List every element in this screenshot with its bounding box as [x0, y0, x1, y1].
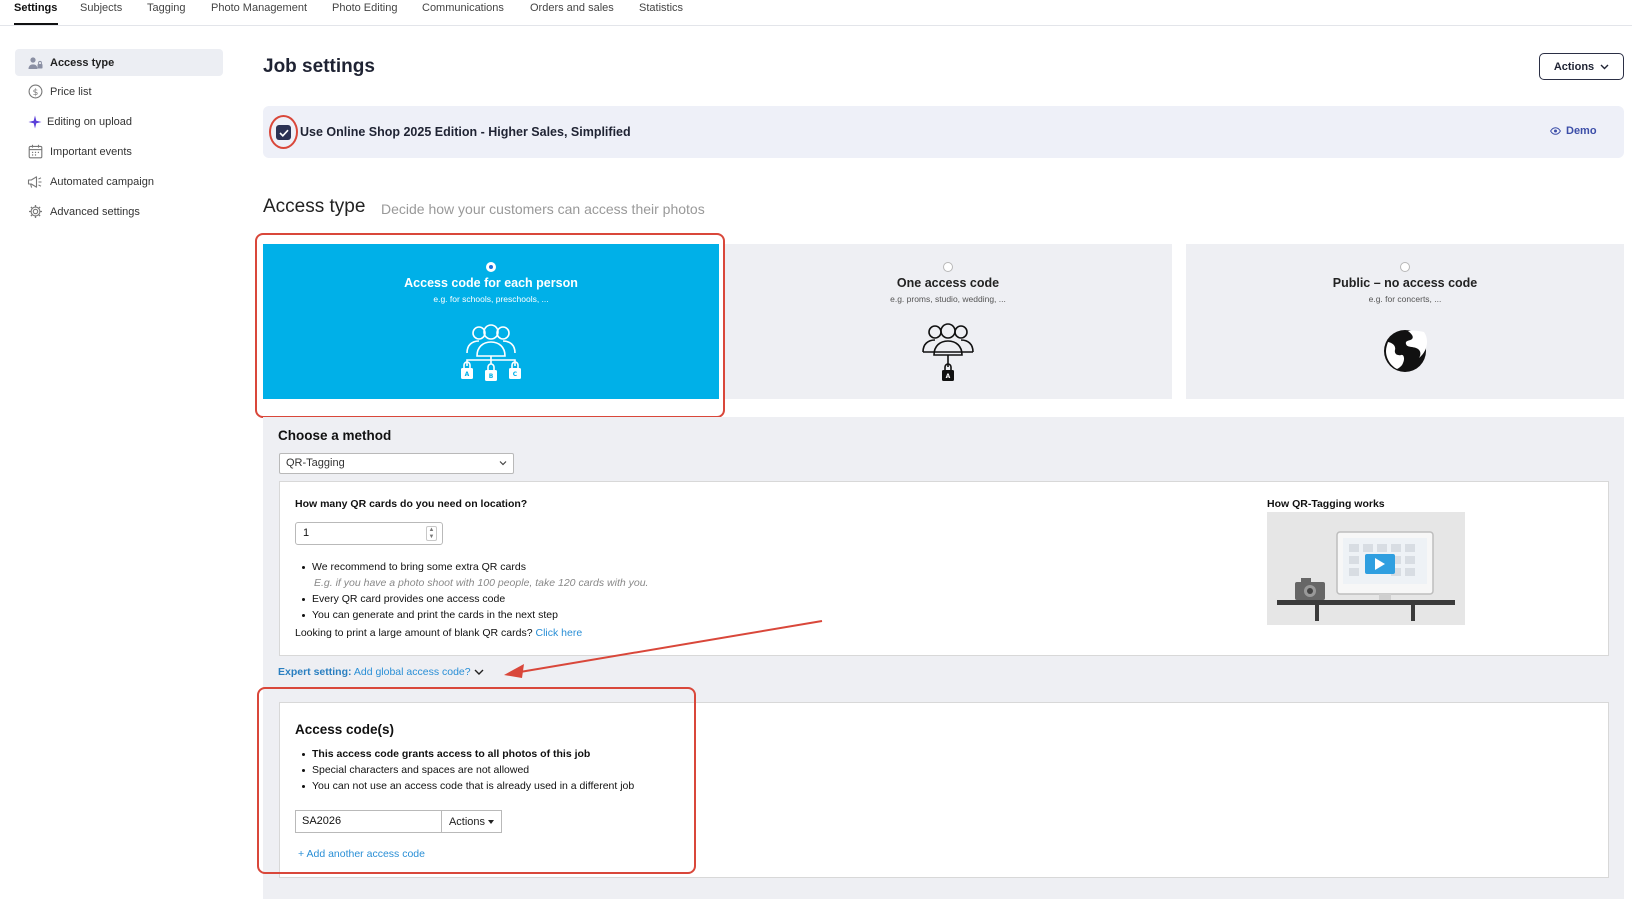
- gear-icon: [27, 204, 43, 220]
- sparkle-icon: [27, 114, 43, 130]
- tab-tagging[interactable]: Tagging: [147, 2, 186, 14]
- method-select[interactable]: QR-Tagging: [279, 453, 514, 474]
- active-tab-underline: [14, 23, 58, 25]
- qr-tagging-video[interactable]: [1267, 512, 1465, 625]
- qr-card-question: How many QR cards do you need on locatio…: [295, 498, 528, 510]
- sidebar-item-label: Editing on upload: [47, 115, 133, 128]
- page-title: Job settings: [263, 56, 375, 77]
- actions-button-label: Actions: [1553, 60, 1595, 73]
- globe-icon: [1382, 328, 1428, 374]
- access-option-one-code[interactable]: One access code e.g. proms, studio, wedd…: [724, 244, 1172, 399]
- caret-down-icon: [488, 819, 495, 824]
- sidebar-item-price-list[interactable]: $ Price list: [15, 78, 223, 105]
- tab-settings[interactable]: Settings: [14, 2, 57, 14]
- radio-public[interactable]: [1400, 262, 1410, 272]
- sidebar-item-editing-on-upload[interactable]: Editing on upload: [15, 108, 223, 135]
- online-shop-label: Use Online Shop 2025 Edition - Higher Sa…: [300, 125, 631, 139]
- list-item: Special characters and spaces are not al…: [302, 764, 529, 776]
- group-multi-lock-icon: A B C: [455, 320, 527, 384]
- method-select-value: QR-Tagging: [286, 457, 345, 469]
- sidebar-item-label: Advanced settings: [50, 205, 140, 218]
- sidebar-item-advanced-settings[interactable]: Advanced settings: [15, 198, 223, 225]
- bullet-text: Every QR card provides one access code: [312, 593, 506, 605]
- chevron-down-icon: [474, 669, 484, 676]
- list-item: We recommend to bring some extra QR card…: [302, 561, 526, 573]
- eye-icon: [1550, 127, 1561, 135]
- video-title: How QR-Tagging works: [1267, 498, 1385, 510]
- expert-setting-toggle[interactable]: Expert setting: Add global access code?: [278, 666, 484, 678]
- tab-communications[interactable]: Communications: [422, 2, 504, 14]
- radio-per-person[interactable]: [486, 262, 496, 272]
- option-subtitle: e.g. for concerts, ...: [1368, 294, 1442, 304]
- dollar-circle-icon: $: [27, 84, 43, 100]
- bullet-text: Special characters and spaces are not al…: [312, 764, 530, 776]
- sidebar-item-label: Access type: [50, 56, 115, 69]
- quantity-stepper[interactable]: ▲ ▼: [426, 526, 437, 541]
- access-option-per-person[interactable]: Access code for each person e.g. for sch…: [263, 244, 719, 399]
- add-access-code-link[interactable]: + Add another access code: [298, 848, 425, 860]
- access-codes-heading: Access code(s): [295, 722, 395, 737]
- quantity-value: 1: [303, 527, 310, 539]
- access-code-actions-label: Actions: [448, 815, 486, 828]
- radio-one-code[interactable]: [943, 262, 953, 272]
- bullet-text: This access code grants access to all ph…: [312, 748, 591, 760]
- tab-subjects[interactable]: Subjects: [80, 2, 122, 14]
- access-type-subheading: Decide how your customers can access the…: [381, 201, 705, 217]
- bullet-text: We recommend to bring some extra QR card…: [312, 561, 526, 573]
- svg-text:A: A: [465, 371, 470, 378]
- option-subtitle: e.g. for schools, preschools, ...: [433, 294, 549, 304]
- megaphone-icon: [27, 174, 43, 190]
- svg-text:B: B: [489, 373, 494, 380]
- demo-label: Demo: [1566, 125, 1597, 137]
- group-single-lock-icon: A: [913, 320, 983, 384]
- bullet-text: You can not use an access code that is a…: [312, 780, 635, 792]
- list-item: This access code grants access to all ph…: [302, 748, 590, 760]
- option-subtitle: e.g. proms, studio, wedding, ...: [890, 294, 1006, 304]
- tab-orders-and-sales[interactable]: Orders and sales: [530, 2, 614, 14]
- option-title: One access code: [896, 276, 1000, 290]
- qr-card-quantity-input[interactable]: 1 ▲ ▼: [295, 522, 443, 545]
- svg-text:C: C: [513, 371, 518, 378]
- tab-photo-editing[interactable]: Photo Editing: [332, 2, 397, 14]
- chevron-down-icon: [499, 457, 507, 469]
- bullet-note: E.g. if you have a photo shoot with 100 …: [314, 577, 649, 589]
- svg-text:A: A: [946, 373, 951, 380]
- access-code-actions-button[interactable]: Actions: [442, 810, 502, 833]
- list-item: Every QR card provides one access code: [302, 593, 505, 605]
- sidebar-item-access-type[interactable]: Access type: [15, 49, 223, 76]
- option-title: Access code for each person: [404, 276, 578, 290]
- list-item: You can not use an access code that is a…: [302, 780, 634, 792]
- access-code-input[interactable]: SA2026: [295, 810, 442, 833]
- global-access-code-link[interactable]: Add global access code?: [354, 666, 471, 678]
- sidebar-item-label: Price list: [50, 85, 92, 98]
- sidebar-item-label: Automated campaign: [50, 175, 154, 188]
- calendar-icon: [27, 144, 43, 160]
- svg-text:$: $: [32, 88, 38, 98]
- expert-setting-prefix: Expert setting:: [278, 666, 352, 678]
- chevron-down-icon: [1600, 64, 1609, 70]
- blank-cards-question: Looking to print a large amount of blank…: [295, 627, 533, 639]
- choose-method-heading: Choose a method: [278, 428, 392, 443]
- online-shop-checkbox[interactable]: [276, 125, 291, 140]
- actions-button[interactable]: Actions: [1539, 53, 1624, 80]
- user-lock-icon: [27, 55, 43, 71]
- option-title: Public – no access code: [1332, 276, 1478, 290]
- sidebar-item-automated-campaign[interactable]: Automated campaign: [15, 168, 223, 195]
- top-tab-bar: Settings Subjects Tagging Photo Manageme…: [0, 0, 1632, 26]
- access-option-public[interactable]: Public – no access code e.g. for concert…: [1186, 244, 1624, 399]
- demo-link[interactable]: Demo: [1550, 125, 1597, 137]
- access-type-heading: Access type: [263, 196, 366, 217]
- tab-statistics[interactable]: Statistics: [639, 2, 683, 14]
- annotation-arrow: [504, 620, 823, 678]
- access-code-value: SA2026: [302, 815, 342, 827]
- sidebar-item-label: Important events: [50, 145, 132, 158]
- online-shop-banner: Use Online Shop 2025 Edition - Higher Sa…: [263, 106, 1624, 158]
- tab-photo-management[interactable]: Photo Management: [211, 2, 307, 14]
- sidebar-item-important-events[interactable]: Important events: [15, 138, 223, 165]
